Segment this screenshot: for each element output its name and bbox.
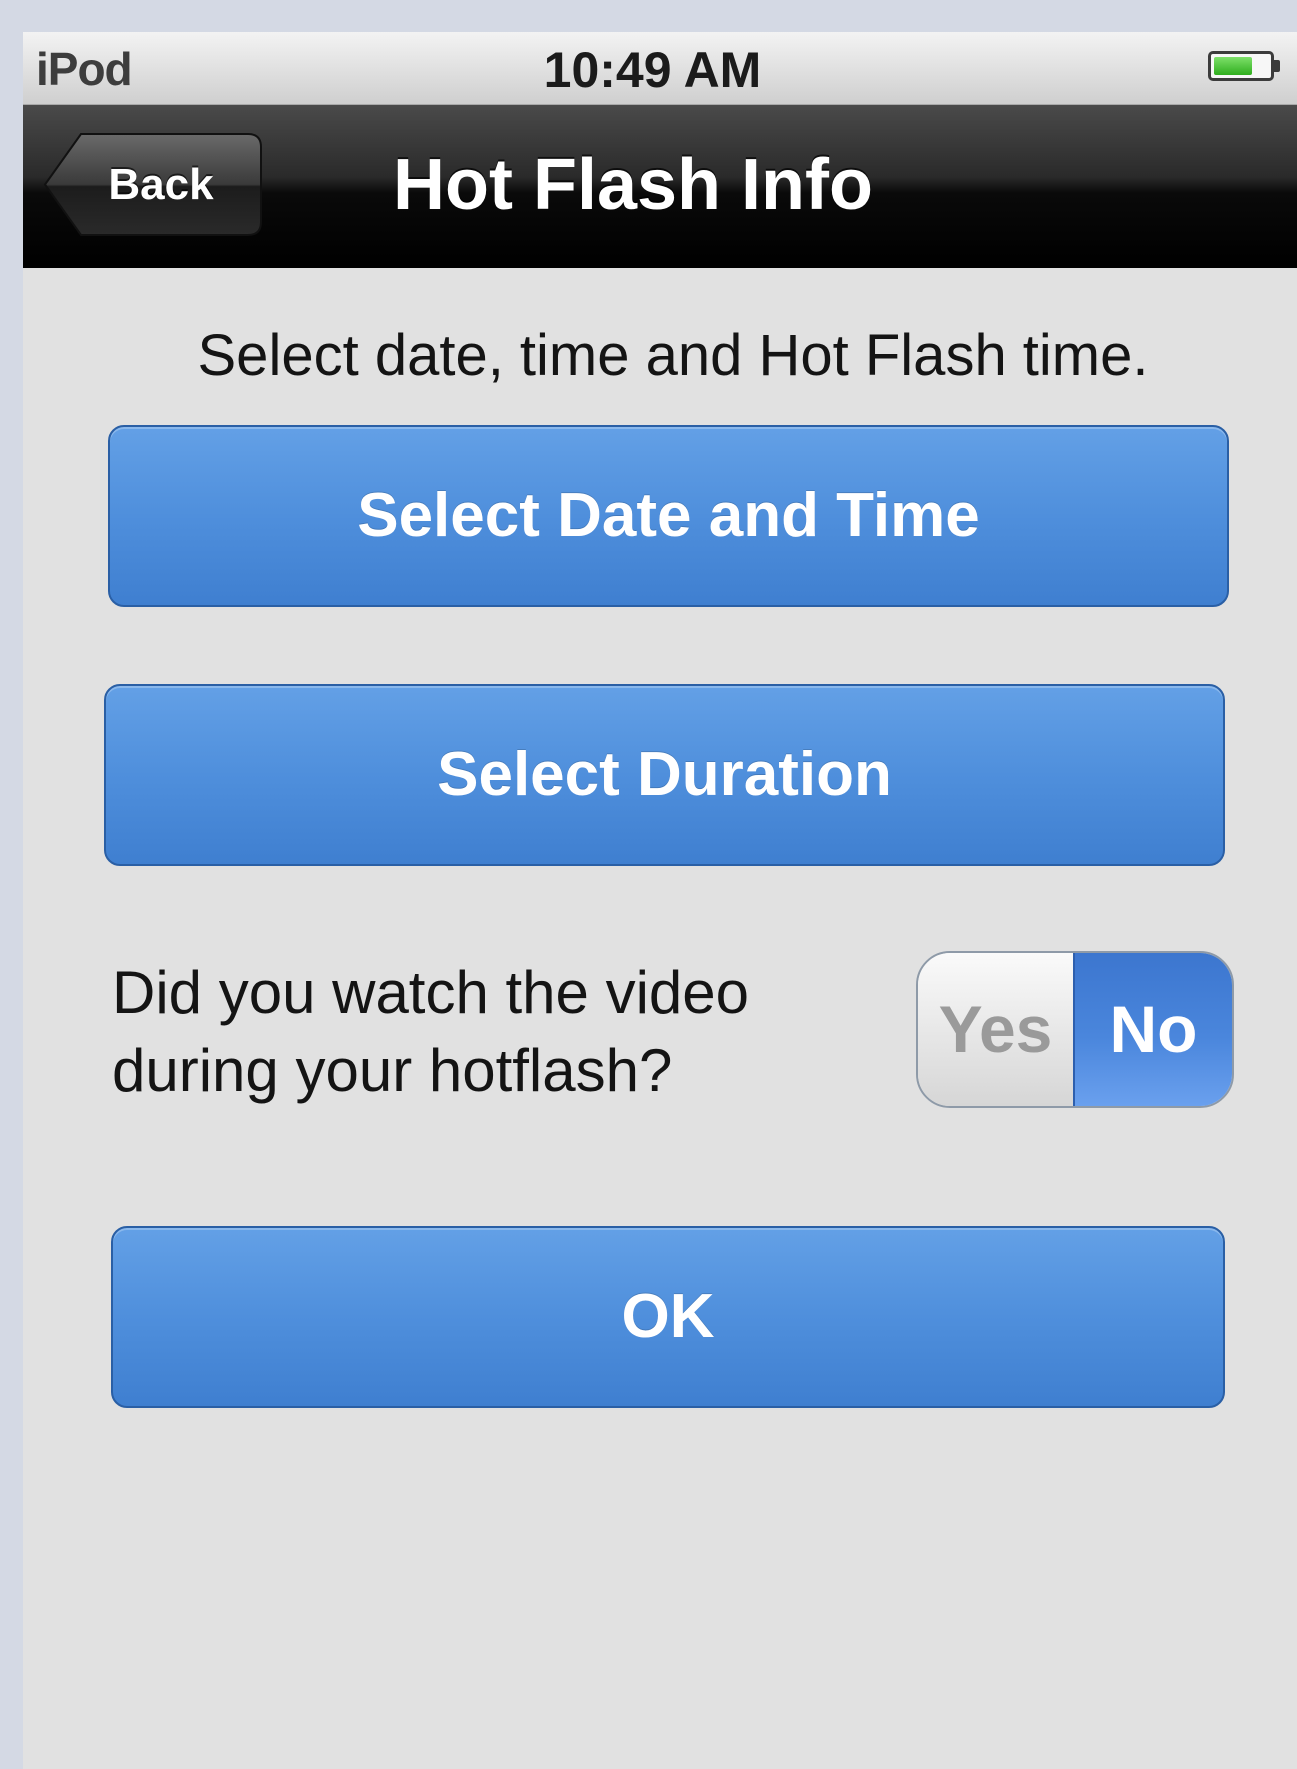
- video-watched-toggle[interactable]: Yes No: [916, 951, 1234, 1108]
- toggle-yes-option[interactable]: Yes: [918, 953, 1073, 1106]
- instruction-text: Select date, time and Hot Flash time.: [197, 323, 1149, 388]
- battery-level-fill: [1214, 57, 1252, 75]
- battery-icon: [1208, 51, 1274, 81]
- status-time: 10:49 AM: [543, 42, 762, 98]
- page-title: Hot Flash Info: [393, 145, 873, 225]
- ok-button[interactable]: OK: [111, 1226, 1225, 1408]
- back-button[interactable]: Back: [43, 132, 263, 237]
- back-button-label: Back: [108, 160, 214, 209]
- question-line-1: Did you watch the video: [112, 959, 750, 1026]
- select-duration-button[interactable]: Select Duration: [104, 684, 1225, 866]
- select-date-time-button[interactable]: Select Date and Time: [108, 425, 1229, 607]
- video-question-label: Did you watch the video during your hotf…: [112, 954, 872, 1110]
- status-bar: iPod 10:49 AM: [23, 32, 1297, 105]
- navigation-bar: Back Hot Flash Info: [23, 105, 1297, 268]
- device-screen: iPod 10:49 AM Back Hot Flash Info Select…: [23, 32, 1297, 1769]
- question-line-2: during your hotflash?: [112, 1037, 673, 1104]
- battery-tip: [1274, 60, 1280, 72]
- toggle-no-option[interactable]: No: [1073, 953, 1232, 1106]
